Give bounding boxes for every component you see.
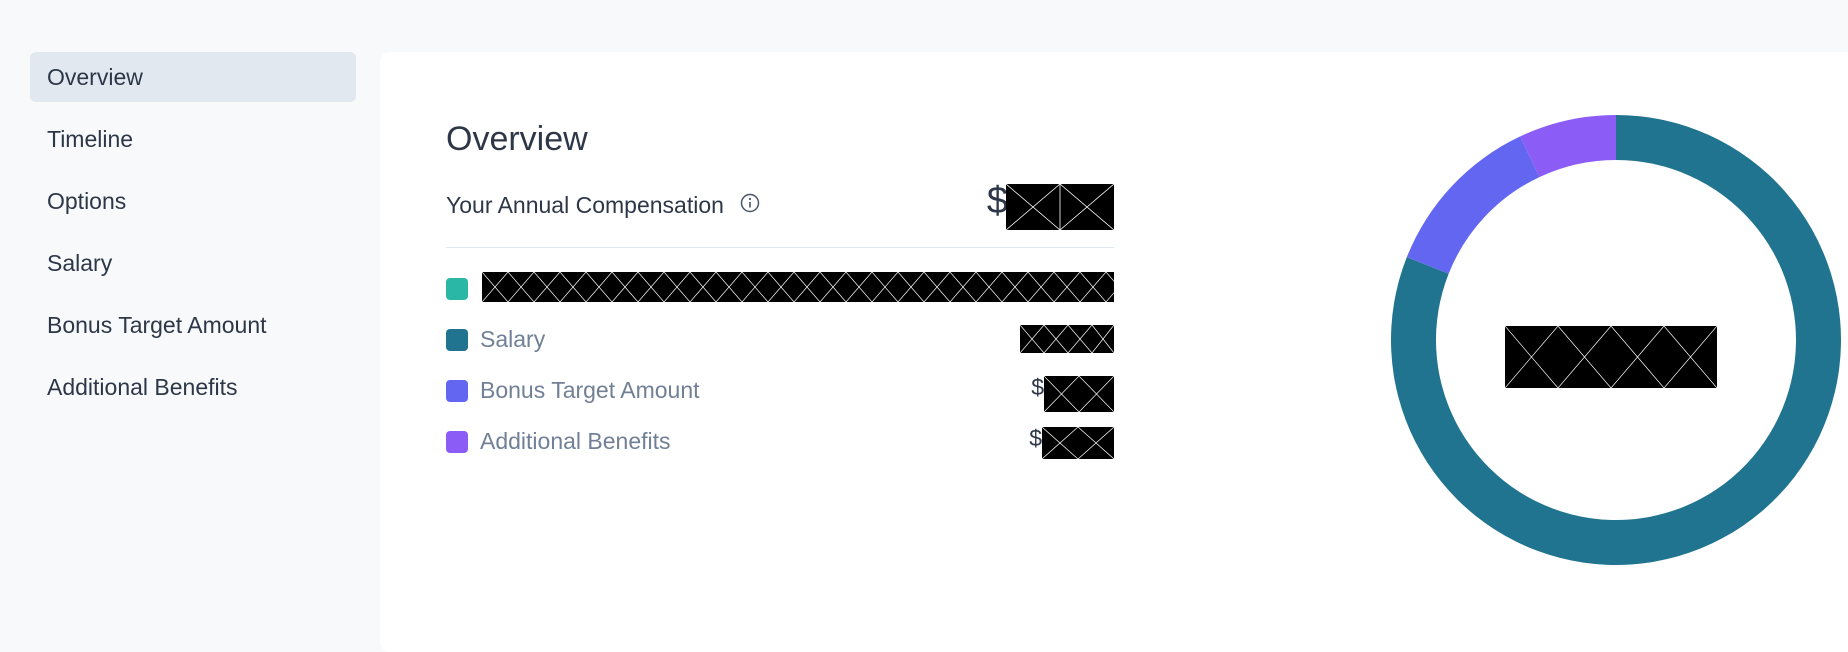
sidebar-item-overview[interactable]: Overview xyxy=(30,52,356,102)
redacted-value xyxy=(1042,427,1114,459)
legend-label: Bonus Target Amount xyxy=(480,377,700,403)
annual-compensation-label: Your Annual Compensation xyxy=(446,192,724,218)
donut-slice-bonus-target-amount[interactable] xyxy=(1406,136,1540,274)
sidebar-item-options[interactable]: Options xyxy=(30,176,356,226)
redacted-value xyxy=(1020,325,1114,353)
info-icon[interactable] xyxy=(740,193,760,213)
sidebar-item-timeline[interactable]: Timeline xyxy=(30,114,356,164)
legend-item xyxy=(446,272,1114,323)
page-title: Overview xyxy=(446,120,588,158)
redacted-value xyxy=(1505,326,1717,388)
legend-label: Salary xyxy=(480,326,546,352)
overview-panel: Overview Your Annual Compensation $ Sala… xyxy=(380,52,1848,652)
divider xyxy=(446,247,1114,248)
annual-compensation-row: Your Annual Compensation $ xyxy=(446,180,1114,240)
legend-swatch xyxy=(446,329,468,351)
legend-value: $ xyxy=(1031,374,1114,412)
compensation-legend: Salary Bonus Target Amount $ Additional … xyxy=(446,272,1114,476)
currency-symbol: $ xyxy=(986,180,1008,222)
legend-item-salary: Salary xyxy=(446,323,1114,374)
legend-item-additional-benefits: Additional Benefits $ xyxy=(446,425,1114,476)
redacted-value xyxy=(1006,184,1114,230)
legend-swatch xyxy=(446,278,468,300)
legend-item-bonus-target-amount: Bonus Target Amount $ xyxy=(446,374,1114,425)
sidebar-item-salary[interactable]: Salary xyxy=(30,238,356,288)
sidebar-item-additional-benefits[interactable]: Additional Benefits xyxy=(30,362,356,412)
legend-value: $ xyxy=(1029,425,1114,459)
legend-label: Additional Benefits xyxy=(480,428,671,454)
legend-swatch xyxy=(446,431,468,453)
sidebar-item-bonus-target-amount[interactable]: Bonus Target Amount xyxy=(30,300,356,350)
legend-value xyxy=(1020,323,1114,353)
redacted-value xyxy=(1044,376,1114,412)
annual-compensation-total: $ xyxy=(987,180,1114,230)
redacted-value xyxy=(482,272,1114,302)
sidebar-nav: Overview Timeline Options Salary Bonus T… xyxy=(30,52,356,424)
legend-swatch xyxy=(446,380,468,402)
